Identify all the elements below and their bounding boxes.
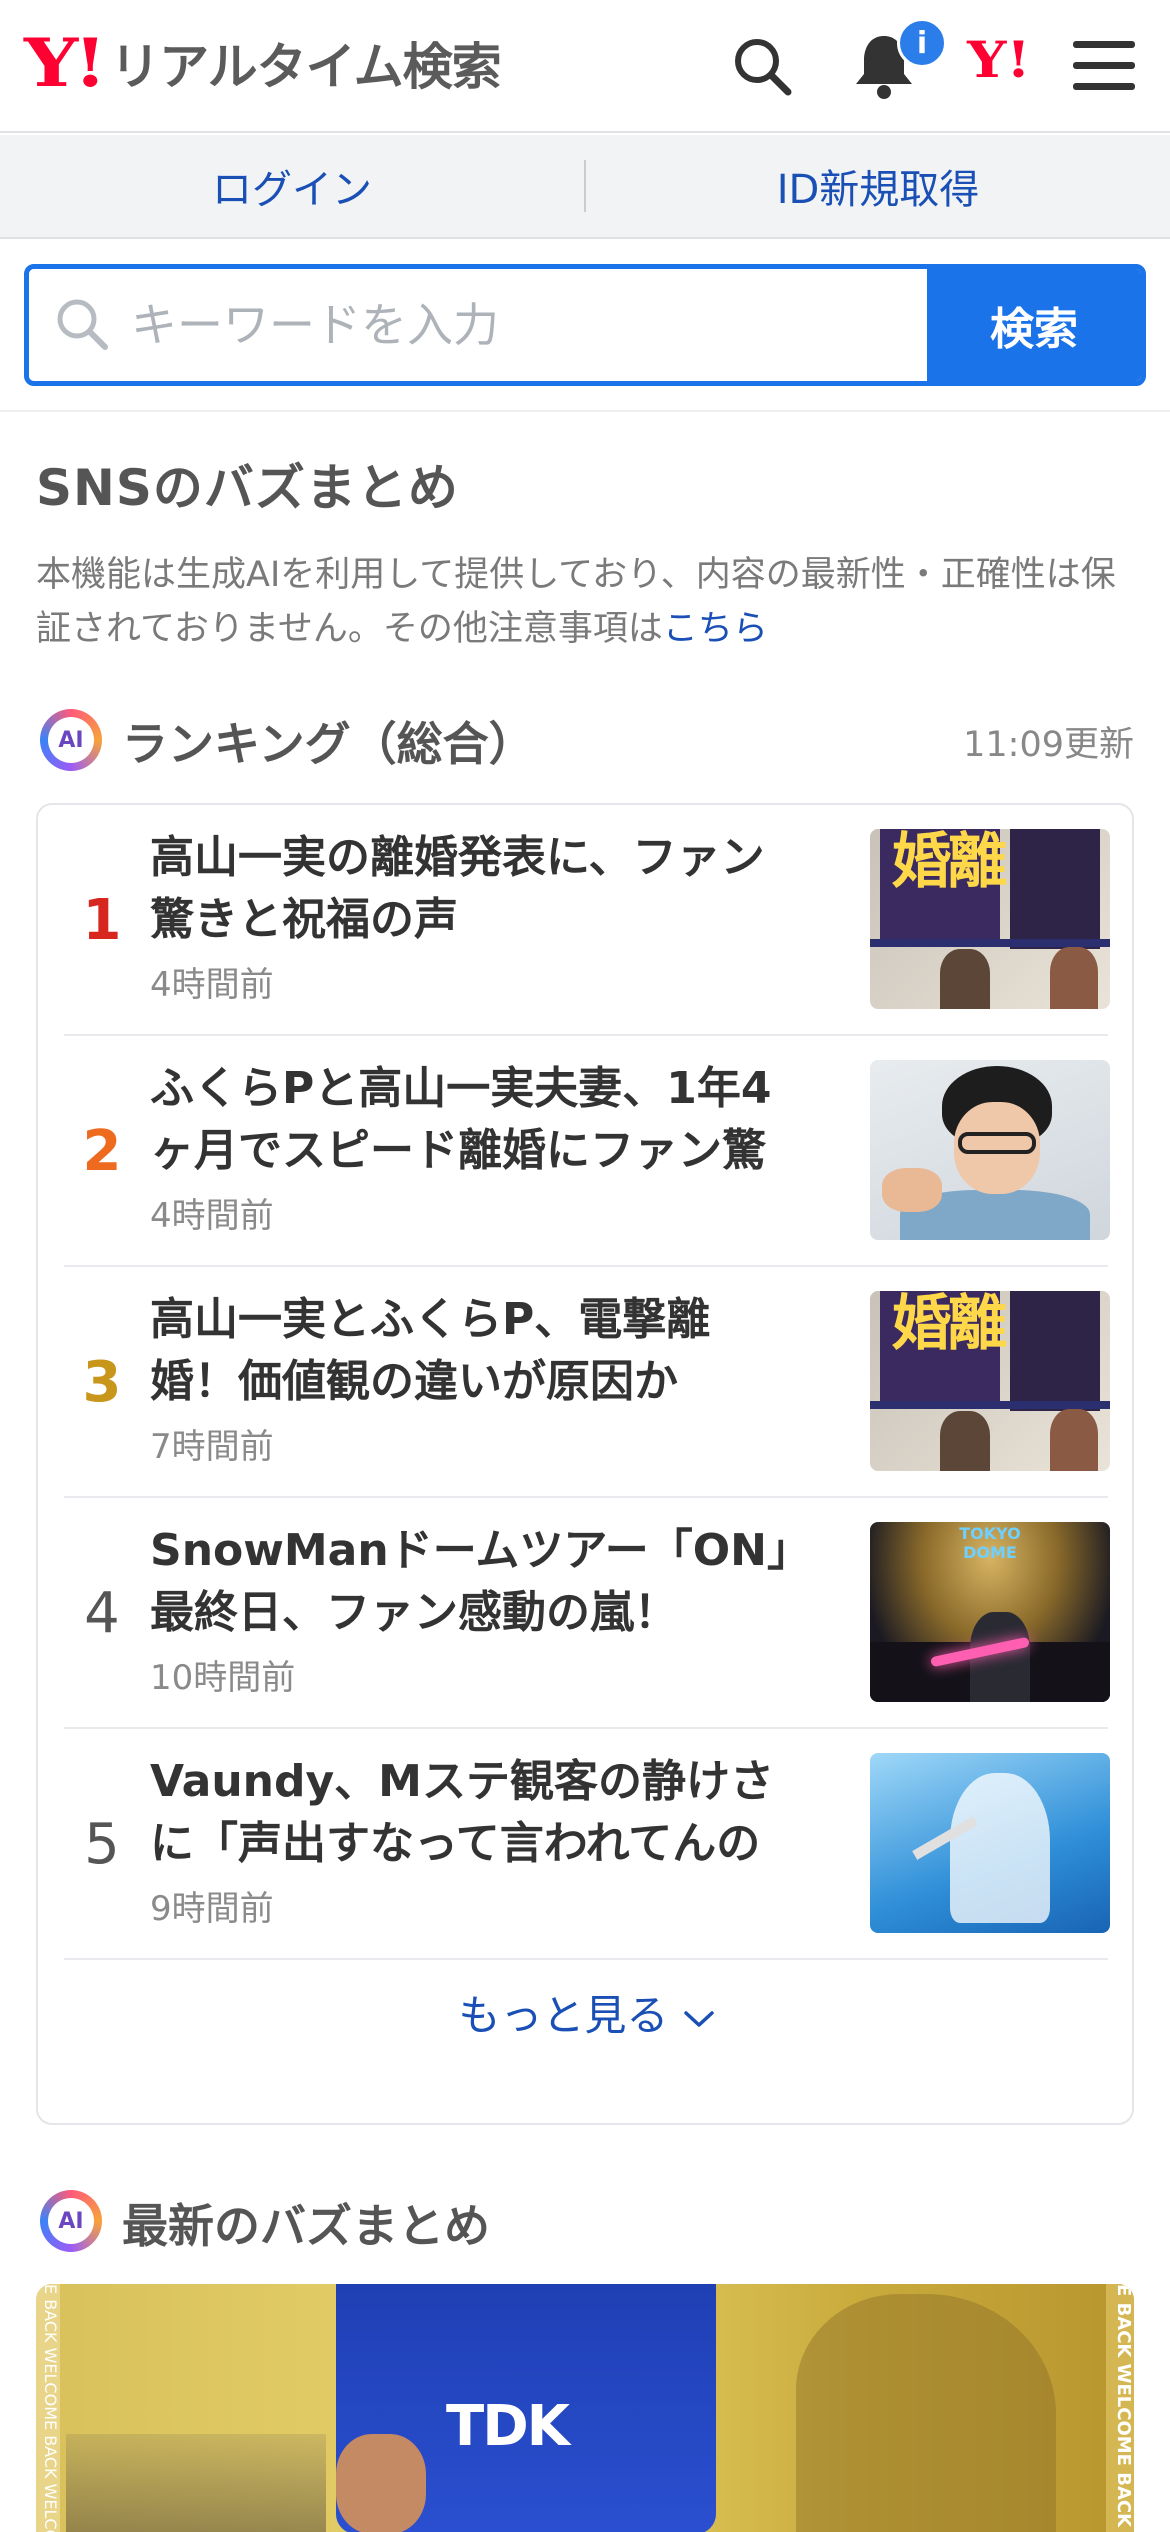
ai-icon-label: AI xyxy=(48,2198,94,2244)
search-field-icon xyxy=(53,295,109,355)
ranking-item-title: SnowManドームツアー「ON」最終日、ファン感動の嵐！ xyxy=(150,1525,789,1638)
rank-number: 4 xyxy=(84,1581,120,1646)
ranking-item-time: 9時間前 xyxy=(150,1889,274,1929)
ranking-item-title: ふくらPと高山一実夫妻、1年4ヶ月でスピード離婚にファン驚き xyxy=(150,1063,772,1176)
ranking-item[interactable]: 2 ふくらPと高山一実夫妻、1年4ヶ月でスピード離婚にファン驚き 4時間前 xyxy=(64,1036,1110,1267)
show-more-link[interactable]: もっと見る xyxy=(38,1982,1136,2043)
banner-ticker-left: E BACK WELCOME BACK WELCOME BACK xyxy=(36,2284,60,2532)
ranking-item-time: 4時間前 xyxy=(150,965,274,1005)
ai-icon-label: AI xyxy=(48,717,94,763)
menu-icon[interactable] xyxy=(1068,30,1140,102)
ranking-item-time: 4時間前 xyxy=(150,1196,274,1236)
ranking-item[interactable]: 3 高山一実とふくらP、電撃離婚！価値観の違いが原因か 7時間前 離婚 xyxy=(64,1267,1110,1498)
thumb-headline: 離婚 xyxy=(880,829,1007,944)
thumb-singer xyxy=(950,1773,1050,1923)
banner-sponsor-logo: TDK xyxy=(446,2394,570,2459)
app-header: Y! リアルタイム検索 i Y! xyxy=(0,0,1170,133)
thumb-bar xyxy=(870,939,1110,947)
thumb-face xyxy=(1050,1409,1098,1471)
thumb-face xyxy=(1050,947,1098,1009)
banner-statue xyxy=(796,2294,1056,2532)
search-input[interactable] xyxy=(131,298,927,352)
ranking-thumbnail: 離婚 xyxy=(870,829,1110,1009)
thumb-headline: 離婚 xyxy=(880,1291,1007,1406)
ranking-thumbnail: TOKYO DOME xyxy=(870,1522,1110,1702)
ai-icon: AI xyxy=(40,709,102,771)
latest-buzz-banner[interactable]: TDK E BACK WELCOME BACK WELCOME BACK E B… xyxy=(36,2284,1134,2532)
ai-icon: AI xyxy=(40,2190,102,2252)
ranking-item[interactable]: 5 Vaundy、Mステ観客の静けさに「声出すなって言われてんのか... 9時間… xyxy=(64,1729,1110,1960)
search-form: 検索 xyxy=(24,264,1146,386)
yahoo-icon[interactable]: Y! xyxy=(967,30,1030,89)
account-bar: ログイン ID新規取得 xyxy=(0,135,1170,239)
search-icon[interactable] xyxy=(726,30,798,102)
rank-number: 3 xyxy=(82,1350,122,1415)
logo-text: リアルタイム検索 xyxy=(110,38,501,96)
banner-skyline xyxy=(66,2434,326,2532)
disclaimer-link[interactable]: こちら xyxy=(663,609,768,649)
rank-number: 5 xyxy=(84,1812,120,1877)
section-title: SNSのバズまとめ xyxy=(36,459,459,517)
banner-player-arm xyxy=(336,2434,426,2532)
thumb-sub-headline xyxy=(1010,1291,1100,1411)
thumb-sub-headline xyxy=(1010,829,1100,949)
ranking-item-title: 高山一実の離婚発表に、ファン驚きと祝福の声 xyxy=(150,832,765,945)
ranking-thumbnail: 離婚 xyxy=(870,1291,1110,1471)
show-more-label: もっと見る xyxy=(458,1991,669,2040)
rank-number: 2 xyxy=(82,1119,122,1184)
thumb-bar xyxy=(870,1401,1110,1409)
ranking-item-time: 7時間前 xyxy=(150,1427,274,1467)
latest-buzz-title: 最新のバズまとめ xyxy=(122,2199,490,2253)
chevron-down-icon xyxy=(682,1991,716,2040)
yahoo-realtime-logo[interactable]: Y! リアルタイム検索 xyxy=(24,24,502,102)
ranking-item-title: Vaundy、Mステ観客の静けさに「声出すなって言われてんのか... xyxy=(150,1756,774,1869)
notification-badge: i xyxy=(897,18,947,68)
ranking-item-time: 10時間前 xyxy=(150,1658,296,1698)
rank-number: 1 xyxy=(82,888,122,953)
ranking-title: ランキング（総合） xyxy=(122,717,535,771)
disclaimer-text: 本機能は生成AIを利用して提供しており、内容の最新性・正確性は保証されておりませ… xyxy=(36,555,1116,649)
thumb-hand xyxy=(882,1168,942,1212)
section-divider xyxy=(0,410,1170,412)
thumb-face xyxy=(940,1411,990,1471)
ranking-item-title: 高山一実とふくらP、電撃離婚！価値観の違いが原因か xyxy=(150,1294,711,1407)
login-link[interactable]: ログイン xyxy=(0,157,584,215)
ranking-thumbnail xyxy=(870,1060,1110,1240)
ranking-card: 1 高山一実の離婚発表に、ファン驚きと祝福の声 4時間前 離婚 2 ふくらPと高… xyxy=(36,803,1134,2125)
yahoo-logo-mark: Y! xyxy=(24,24,107,102)
updated-time: 11:09更新 xyxy=(963,725,1134,765)
thumb-dome-sign: TOKYO DOME xyxy=(959,1524,1021,1562)
banner-ticker-right: E BACK WELCOME BACK WELCOME BACK xyxy=(1106,2284,1134,2532)
ranking-thumbnail xyxy=(870,1753,1110,1933)
thumb-glasses xyxy=(958,1132,1036,1154)
register-id-link[interactable]: ID新規取得 xyxy=(586,157,1170,215)
search-field[interactable] xyxy=(29,269,927,381)
thumb-face xyxy=(940,949,990,1009)
ranking-item[interactable]: 4 SnowManドームツアー「ON」最終日、ファン感動の嵐！ 10時間前 TO… xyxy=(64,1498,1110,1729)
ranking-item[interactable]: 1 高山一実の離婚発表に、ファン驚きと祝福の声 4時間前 離婚 xyxy=(64,805,1110,1036)
search-button[interactable]: 検索 xyxy=(927,269,1141,381)
ai-disclaimer: 本機能は生成AIを利用して提供しており、内容の最新性・正確性は保証されておりませ… xyxy=(36,548,1136,656)
